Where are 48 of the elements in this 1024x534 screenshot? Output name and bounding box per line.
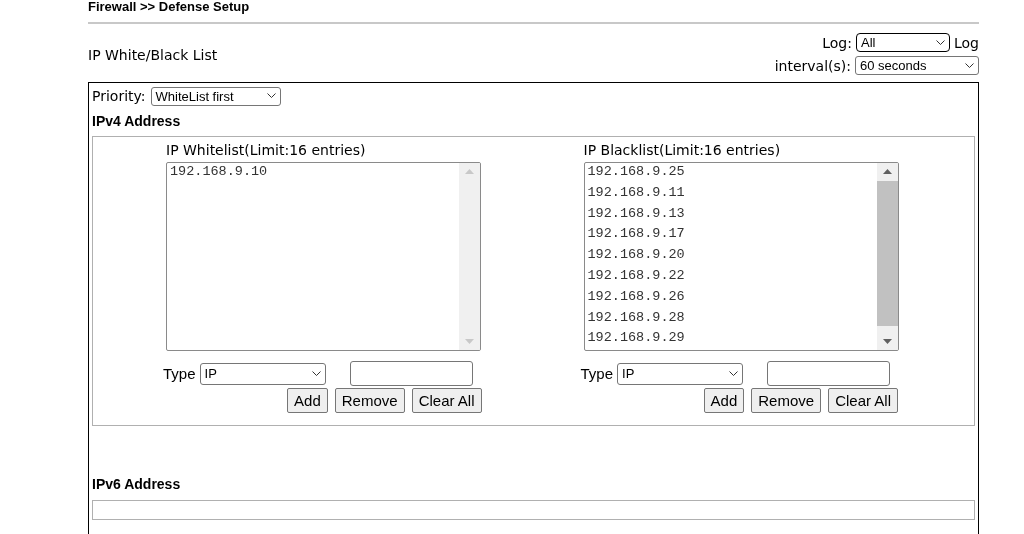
action-button[interactable]: Remove [334, 388, 405, 413]
list-title: IP Whitelist(Limit:16 entries) [166, 141, 366, 160]
action-button[interactable]: Remove [751, 388, 822, 413]
ip-listbox[interactable]: 192.168.9.25 192.168.9.11 192.168.9.13 192.168.9.17 192.168.9.20 192.168.9.22 192.168.9.26 192.168.9.28 192.168.9.29 [583, 162, 899, 351]
priority-label: Priority: [92, 88, 146, 104]
scrollbar[interactable] [876, 163, 898, 350]
list-entry[interactable]: 192.168.9.11 [587, 183, 685, 205]
list-entry[interactable]: 192.168.9.20 [587, 246, 685, 267]
list-entry[interactable]: 192.168.9.10 [170, 163, 268, 184]
interval-label: Log [954, 34, 979, 51]
scroll-up-icon [882, 169, 892, 174]
list-title: IP Blacklist(Limit:16 entries) [583, 141, 781, 160]
ip-listbox[interactable]: 192.168.9.10 [166, 162, 481, 351]
priority-select[interactable]: WhiteList first [150, 86, 281, 106]
list-entry[interactable]: 192.168.9.22 [587, 267, 685, 288]
type-label: Type [580, 365, 614, 382]
log-label: Log: [822, 34, 852, 51]
caret-icon [965, 62, 974, 69]
ip-input-field[interactable] [349, 361, 473, 386]
scroll-down-icon [882, 339, 892, 344]
caret-icon [266, 93, 276, 99]
action-button[interactable]: Clear All [828, 388, 898, 413]
scrollbar[interactable] [459, 163, 480, 350]
action-button[interactable]: Clear All [411, 388, 482, 413]
action-button[interactable]: Add [287, 388, 328, 413]
log-select[interactable]: All [856, 33, 950, 52]
list-entry[interactable]: 192.168.9.26 [587, 287, 685, 309]
list-entry[interactable]: 192.168.9.28 [587, 308, 685, 330]
caret-icon [729, 370, 739, 377]
list-entry[interactable]: 192.168.9.17 [587, 225, 685, 247]
list-entry[interactable]: 192.168.9.13 [587, 204, 685, 226]
section-heading: IPv4 Address [92, 112, 181, 131]
scroll-up-icon [465, 169, 474, 174]
ip-input-field[interactable] [767, 361, 891, 386]
interval-label: interval(s): [774, 57, 851, 74]
scroll-down-icon [465, 339, 474, 344]
section-title: IP White/Black List [88, 46, 218, 63]
type-select[interactable]: IP [617, 362, 744, 385]
caret-icon [311, 370, 321, 377]
caret-icon [936, 39, 945, 46]
type-select[interactable]: IP [199, 362, 326, 385]
page-title: Firewall >> Defense Setup [88, 0, 250, 14]
list-entry[interactable]: 192.168.9.29 [587, 329, 685, 350]
interval-select[interactable]: 60 seconds [855, 56, 979, 75]
action-button[interactable]: Add [703, 388, 745, 413]
type-label: Type [163, 365, 196, 382]
section-heading: IPv6 Address [92, 475, 181, 494]
list-entry[interactable]: 192.168.9.25 [587, 163, 685, 184]
